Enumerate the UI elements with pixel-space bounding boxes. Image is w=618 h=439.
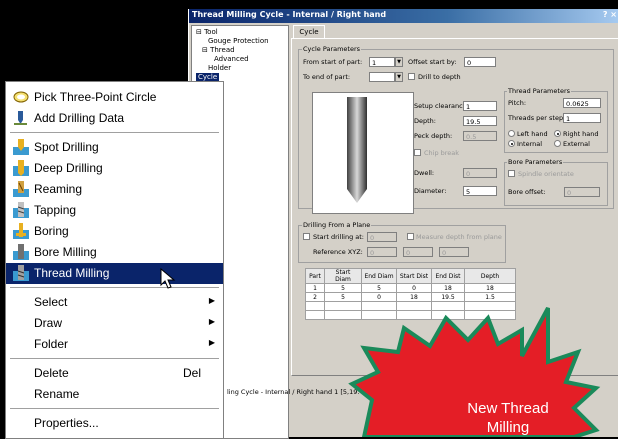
menu-separator bbox=[10, 287, 219, 289]
menu-item-label: Delete bbox=[34, 366, 69, 380]
menu-shortcut: Del bbox=[182, 366, 201, 380]
bore-mill-icon bbox=[13, 244, 29, 260]
menu-item-label: Draw bbox=[34, 316, 63, 330]
menu-item-label: Properties... bbox=[34, 416, 99, 430]
menu-item-label: Folder bbox=[34, 337, 69, 351]
context-menu: Pick Three-Point Circle Add Drilling Dat… bbox=[5, 81, 224, 439]
menu-item-label: Deep Drilling bbox=[34, 161, 103, 175]
menu-item-label: Thread Milling bbox=[34, 266, 110, 280]
submenu-arrow-icon: ▶ bbox=[208, 338, 215, 347]
spot-drill-icon bbox=[13, 139, 29, 155]
callout-line2: Milling bbox=[487, 419, 530, 436]
menu-item-label: Pick Three-Point Circle bbox=[34, 90, 157, 104]
menu-item-label: Bore Milling bbox=[34, 245, 97, 259]
menu-item-label: Add Drilling Data bbox=[34, 111, 125, 125]
menu-item-delete[interactable]: Delete Del bbox=[6, 363, 223, 384]
ream-icon bbox=[13, 181, 29, 197]
menu-item-select[interactable]: Select ▶ bbox=[6, 292, 223, 313]
menu-item-label: Reaming bbox=[34, 182, 83, 196]
menu-item-bore-milling[interactable]: Bore Milling bbox=[6, 242, 223, 263]
menu-item-label: Tapping bbox=[34, 203, 77, 217]
menu-item-tapping[interactable]: Tapping bbox=[6, 200, 223, 221]
thread-mill-icon bbox=[13, 265, 29, 281]
submenu-arrow-icon: ▶ bbox=[208, 317, 215, 326]
menu-item-boring[interactable]: Boring bbox=[6, 221, 223, 242]
menu-separator bbox=[10, 358, 219, 360]
menu-item-add-drilling-data[interactable]: Add Drilling Data bbox=[6, 108, 223, 129]
mouse-cursor-icon bbox=[160, 268, 176, 289]
add-drill-icon bbox=[14, 111, 27, 125]
menu-item-pick-three-point-circle[interactable]: Pick Three-Point Circle bbox=[6, 87, 223, 108]
menu-item-folder[interactable]: Folder ▶ bbox=[6, 334, 223, 355]
callout-line1: New Thread bbox=[467, 400, 548, 417]
menu-item-label: Rename bbox=[34, 387, 80, 401]
menu-item-spot-drilling[interactable]: Spot Drilling bbox=[6, 137, 223, 158]
submenu-arrow-icon: ▶ bbox=[208, 296, 215, 305]
menu-item-label: Boring bbox=[34, 224, 69, 238]
menu-item-properties[interactable]: Properties... bbox=[6, 413, 223, 434]
circle-icon bbox=[13, 91, 29, 103]
deep-drill-icon bbox=[13, 160, 29, 176]
menu-item-label: Select bbox=[34, 295, 68, 309]
menu-separator bbox=[10, 408, 219, 410]
menu-item-rename[interactable]: Rename bbox=[6, 384, 223, 405]
tap-icon bbox=[13, 202, 29, 218]
menu-item-label: Spot Drilling bbox=[34, 140, 99, 154]
starburst-shape bbox=[348, 307, 601, 437]
menu-item-reaming[interactable]: Reaming bbox=[6, 179, 223, 200]
menu-separator bbox=[10, 132, 219, 134]
menu-item-draw[interactable]: Draw ▶ bbox=[6, 313, 223, 334]
menu-item-deep-drilling[interactable]: Deep Drilling bbox=[6, 158, 223, 179]
menu-item-thread-milling[interactable]: Thread Milling bbox=[6, 263, 223, 284]
bore-icon bbox=[13, 223, 29, 239]
